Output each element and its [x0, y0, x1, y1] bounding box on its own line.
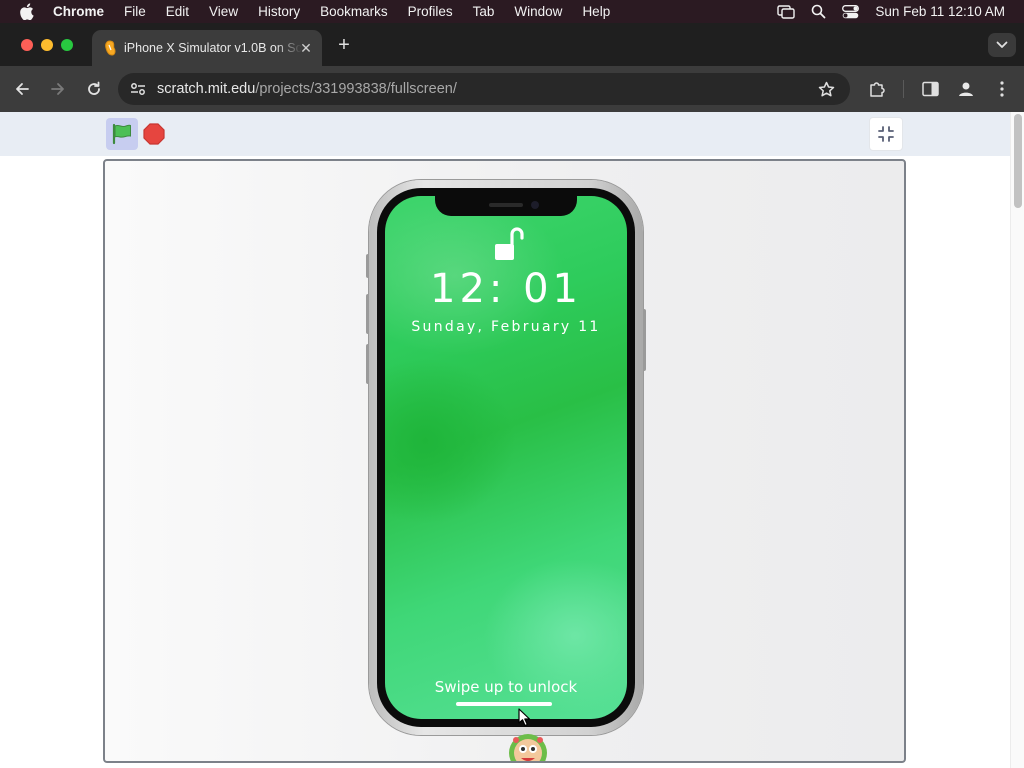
menu-bookmarks[interactable]: Bookmarks: [320, 4, 388, 19]
tab-title: iPhone X Simulator v1.0B on Scratch: [124, 41, 302, 55]
window-minimize-button[interactable]: [41, 39, 53, 51]
puzzle-icon: [870, 82, 885, 97]
arrow-right-icon: [51, 83, 64, 95]
green-flag-icon: [112, 123, 131, 145]
url-text[interactable]: scratch.mit.edu/projects/331993838/fulls…: [157, 81, 457, 97]
scratch-controls-bar: [0, 112, 1010, 156]
tab-close-icon[interactable]: ✕: [299, 41, 313, 55]
green-flag-button[interactable]: [106, 118, 138, 150]
url-path: /projects/331993838/fullscreen/: [255, 81, 457, 97]
address-bar[interactable]: scratch.mit.edu/projects/331993838/fulls…: [118, 73, 850, 105]
side-panel-icon: [921, 81, 939, 97]
profile-avatar-icon: [959, 82, 973, 96]
mouse-pointer-icon: [518, 708, 531, 727]
lock-screen-date: Sunday, February 11: [411, 319, 601, 335]
forward-button[interactable]: [46, 77, 70, 101]
apple-icon[interactable]: [19, 3, 39, 20]
spotlight-search-icon[interactable]: [811, 4, 826, 19]
browser-toolbar: scratch.mit.edu/projects/331993838/fulls…: [0, 66, 1024, 112]
browser-tab-active[interactable]: iPhone X Simulator v1.0B on Scratch ✕: [92, 30, 322, 66]
menu-file[interactable]: File: [124, 4, 146, 19]
menu-app-chrome[interactable]: Chrome: [53, 4, 104, 19]
url-host: scratch.mit.edu: [157, 81, 256, 97]
scratch-fullscreen-page: 12: 01 Sunday, February 11 Swipe up to u…: [0, 112, 1024, 768]
profile-button[interactable]: [954, 77, 978, 101]
exit-fullscreen-button[interactable]: [869, 117, 903, 151]
side-panel-button[interactable]: [918, 77, 942, 101]
lock-screen-time: 12: 01: [430, 266, 582, 312]
browser-tab-strip: iPhone X Simulator v1.0B on Scratch ✕ +: [0, 23, 1024, 66]
chrome-menu-button[interactable]: [990, 77, 1014, 101]
control-center-icon[interactable]: [842, 4, 860, 19]
scratch-sprite-mascot-icon: [509, 734, 547, 761]
more-vertical-icon: [1000, 81, 1004, 97]
iphone-device: 12: 01 Sunday, February 11 Swipe up to u…: [369, 180, 643, 735]
stop-button[interactable]: [143, 123, 165, 145]
site-info-icon[interactable]: [127, 78, 149, 100]
menu-tab[interactable]: Tab: [473, 4, 495, 19]
window-close-button[interactable]: [21, 39, 33, 51]
menu-profiles[interactable]: Profiles: [408, 4, 453, 19]
page-scrollbar[interactable]: [1010, 112, 1024, 768]
new-tab-button[interactable]: +: [334, 35, 354, 55]
lock-screen[interactable]: 12: 01 Sunday, February 11 Swipe up to u…: [385, 196, 627, 719]
scrollbar-thumb[interactable]: [1014, 114, 1022, 208]
chevron-down-icon: [996, 41, 1008, 48]
exit-fullscreen-icon: [878, 126, 894, 142]
screen-mirroring-icon[interactable]: [777, 4, 796, 19]
arrow-left-icon: [16, 83, 29, 95]
menubar-clock[interactable]: Sun Feb 11 12:10 AM: [875, 4, 1005, 19]
extensions-button[interactable]: [865, 77, 889, 101]
macos-menu-bar: Chrome File Edit View History Bookmarks …: [0, 0, 1024, 23]
toolbar-divider: [903, 80, 904, 98]
menu-help[interactable]: Help: [582, 4, 610, 19]
menu-window[interactable]: Window: [514, 4, 562, 19]
menu-history[interactable]: History: [258, 4, 300, 19]
scratch-favicon-icon: [102, 40, 118, 56]
front-camera: [531, 201, 539, 209]
menubar-status-area: Sun Feb 11 12:10 AM: [777, 0, 1005, 23]
bookmark-star-icon[interactable]: [816, 79, 836, 99]
unlocked-padlock-icon: [495, 227, 524, 260]
stop-sign-icon: [143, 123, 165, 145]
swipe-up-hint: Swipe up to unlock: [434, 678, 578, 696]
home-indicator-bar[interactable]: [456, 702, 552, 706]
menu-edit[interactable]: Edit: [166, 4, 189, 19]
window-zoom-button[interactable]: [61, 39, 73, 51]
tab-search-button[interactable]: [988, 33, 1016, 57]
phone-notch: [435, 196, 577, 216]
menu-view[interactable]: View: [209, 4, 238, 19]
reload-button[interactable]: [82, 77, 106, 101]
scratch-stage[interactable]: 12: 01 Sunday, February 11 Swipe up to u…: [103, 159, 906, 763]
reload-icon: [88, 81, 100, 95]
earpiece-speaker: [489, 203, 523, 207]
back-button[interactable]: [10, 77, 34, 101]
